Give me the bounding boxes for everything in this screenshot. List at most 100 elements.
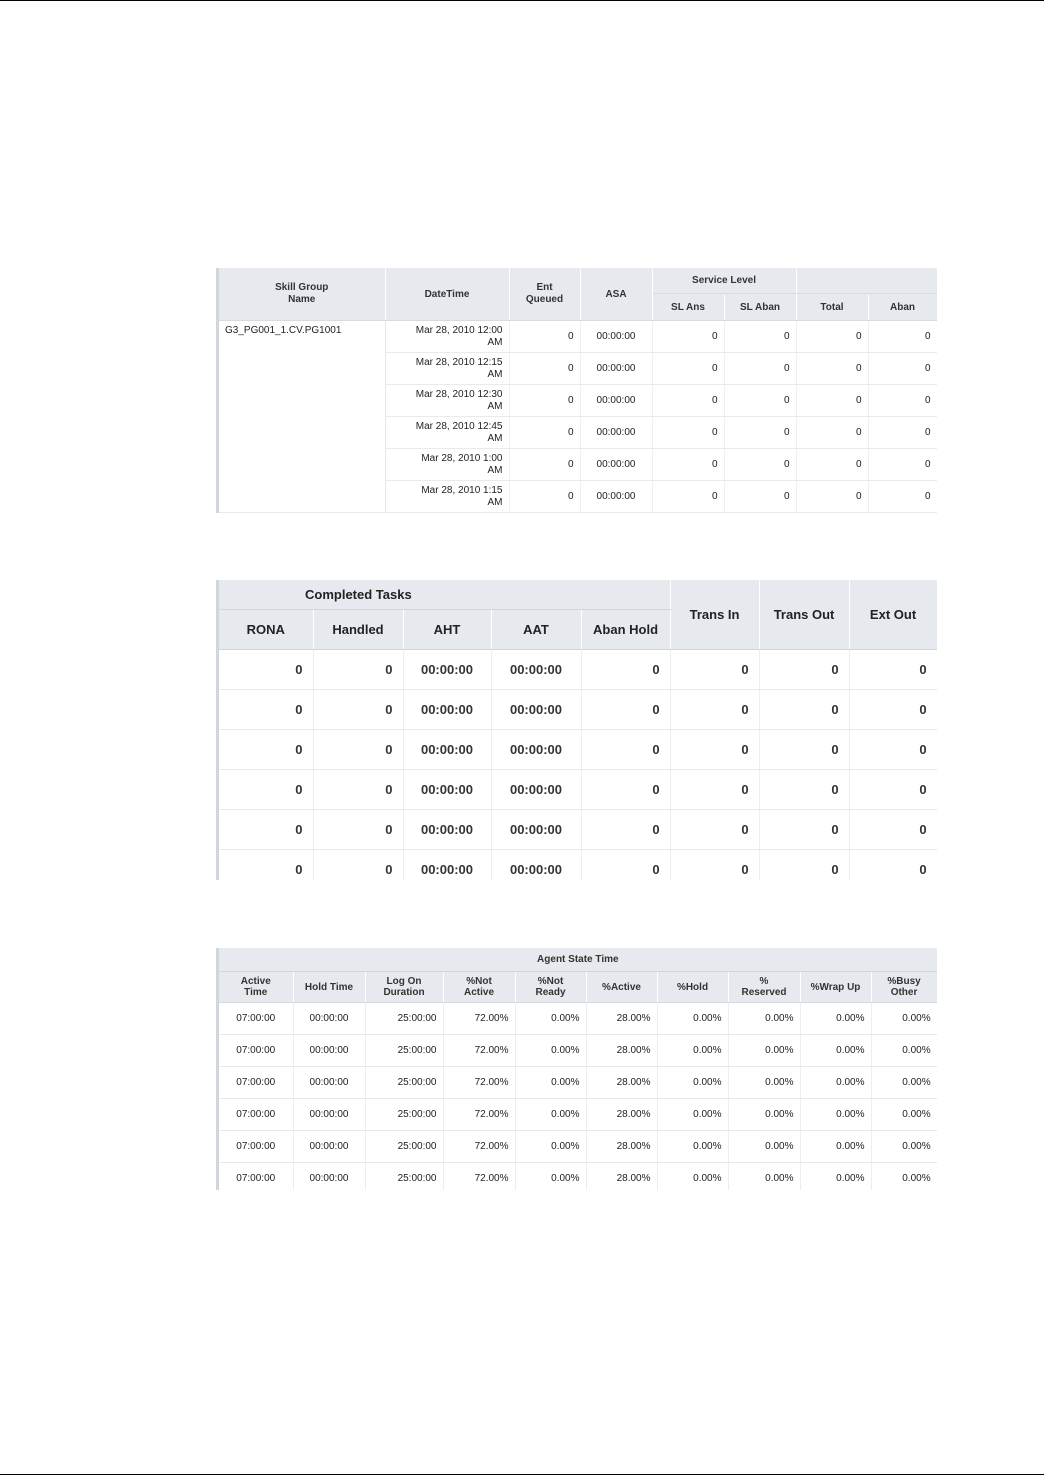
total-cell: 0 — [796, 352, 869, 385]
ent-queued-cell: 0 — [509, 416, 581, 449]
pct-not-active-cell: 72.00% — [443, 1130, 516, 1163]
active-time-cell: 07:00:00 — [219, 1066, 294, 1099]
col-header-pct-active: %Active — [586, 971, 658, 1003]
col-header-aban-hold: Aban Hold — [581, 609, 671, 650]
hold-time-cell: 00:00:00 — [293, 1098, 366, 1131]
sl-aban-cell: 0 — [724, 416, 797, 449]
completed-tasks-table: Completed Tasks Trans In Trans Out Ext O… — [219, 580, 937, 880]
aat-cell: 00:00:00 — [491, 649, 582, 690]
sl-ans-cell: 0 — [652, 384, 725, 417]
table-row: 07:00:00 00:00:00 25:00:00 72.00% 0.00% 28.00… — [219, 1098, 937, 1131]
aban-hold-cell: 0 — [581, 649, 671, 690]
ent-queued-cell: 0 — [509, 352, 581, 385]
aat-cell: 00:00:00 — [491, 729, 582, 770]
aban-hold-cell: 0 — [581, 689, 671, 730]
active-time-cell: 07:00:00 — [219, 1162, 294, 1190]
ext-out-cell: 0 — [849, 849, 937, 880]
asa-cell: 00:00:00 — [580, 384, 653, 417]
pct-not-active-cell: 72.00% — [443, 1098, 516, 1131]
asa-cell: 00:00:00 — [580, 480, 653, 513]
aht-cell: 00:00:00 — [403, 769, 492, 810]
handled-cell: 0 — [313, 849, 404, 880]
skill-group-table-body: G3_PG001_1.CV.PG1001 Mar 28, 2010 12:00 A… — [219, 320, 937, 513]
pct-not-ready-cell: 0.00% — [515, 1162, 587, 1190]
asa-cell: 00:00:00 — [580, 352, 653, 385]
col-header-total: Total — [796, 293, 869, 321]
trans-in-cell: 0 — [670, 689, 760, 730]
aban-cell: 0 — [868, 320, 937, 353]
col-header-pct-wrap-up: %Wrap Up — [800, 971, 872, 1003]
pct-busy-other-cell: 0.00% — [871, 1162, 937, 1190]
pct-not-active-cell: 72.00% — [443, 1066, 516, 1099]
agent-state-time-table-body: 07:00:00 00:00:00 25:00:00 72.00% 0.00% 28.00… — [219, 1002, 937, 1190]
aban-cell: 0 — [868, 448, 937, 481]
pct-hold-cell: 0.00% — [657, 1066, 729, 1099]
sl-aban-cell: 0 — [724, 448, 797, 481]
col-header-pct-not-ready: %Not Ready — [515, 971, 587, 1003]
datetime-cell: Mar 28, 2010 12:00 AM — [385, 320, 510, 353]
ent-queued-cell: 0 — [509, 320, 581, 353]
datetime-cell: Mar 28, 2010 1:15 AM — [385, 480, 510, 513]
table-row: 07:00:00 00:00:00 25:00:00 72.00% 0.00% 28.00… — [219, 1066, 937, 1099]
pct-not-active-cell: 72.00% — [443, 1162, 516, 1190]
pct-reserved-cell: 0.00% — [728, 1162, 801, 1190]
sl-aban-cell: 0 — [724, 480, 797, 513]
rona-cell: 0 — [219, 689, 314, 730]
trans-out-cell: 0 — [759, 849, 850, 880]
pct-not-ready-cell: 0.00% — [515, 1034, 587, 1067]
col-header-handled: Handled — [313, 609, 404, 650]
datetime-cell: Mar 28, 2010 12:30 AM — [385, 384, 510, 417]
pct-not-ready-cell: 0.00% — [515, 1066, 587, 1099]
ext-out-cell: 0 — [849, 649, 937, 690]
trans-out-cell: 0 — [759, 649, 850, 690]
pct-hold-cell: 0.00% — [657, 1130, 729, 1163]
ent-queued-cell: 0 — [509, 448, 581, 481]
aban-hold-cell: 0 — [581, 809, 671, 850]
aht-cell: 00:00:00 — [403, 729, 492, 770]
total-cell: 0 — [796, 384, 869, 417]
sl-ans-cell: 0 — [652, 448, 725, 481]
total-cell: 0 — [796, 448, 869, 481]
col-header-datetime: DateTime — [385, 268, 510, 321]
pct-not-active-cell: 72.00% — [443, 1002, 516, 1035]
log-on-duration-cell: 25:00:00 — [365, 1130, 444, 1163]
col-header-skill-group-name: Skill Group Name — [219, 268, 386, 321]
trans-in-cell: 0 — [670, 769, 760, 810]
rona-cell: 0 — [219, 809, 314, 850]
hold-time-cell: 00:00:00 — [293, 1130, 366, 1163]
pct-busy-other-cell: 0.00% — [871, 1130, 937, 1163]
active-time-cell: 07:00:00 — [219, 1130, 294, 1163]
rona-cell: 0 — [219, 729, 314, 770]
rona-cell: 0 — [219, 849, 314, 880]
pct-hold-cell: 0.00% — [657, 1002, 729, 1035]
pct-not-active-cell: 72.00% — [443, 1034, 516, 1067]
table-row: 0 0 00:00:00 00:00:00 0 0 0 0 — [219, 729, 937, 770]
rona-cell: 0 — [219, 769, 314, 810]
sl-aban-cell: 0 — [724, 384, 797, 417]
handled-cell: 0 — [313, 649, 404, 690]
ext-out-cell: 0 — [849, 809, 937, 850]
col-header-hold-time: Hold Time — [293, 971, 366, 1003]
col-header-asa: ASA — [580, 268, 653, 321]
pct-hold-cell: 0.00% — [657, 1162, 729, 1190]
top-rule — [0, 0, 1044, 1]
col-header-pct-hold: %Hold — [657, 971, 729, 1003]
trans-in-cell: 0 — [670, 649, 760, 690]
aht-cell: 00:00:00 — [403, 849, 492, 880]
asa-cell: 00:00:00 — [580, 416, 653, 449]
pct-reserved-cell: 0.00% — [728, 1002, 801, 1035]
pct-reserved-cell: 0.00% — [728, 1130, 801, 1163]
asa-cell: 00:00:00 — [580, 320, 653, 353]
trans-out-cell: 0 — [759, 689, 850, 730]
bottom-rule — [0, 1474, 1044, 1475]
trans-in-cell: 0 — [670, 809, 760, 850]
pct-active-cell: 28.00% — [586, 1162, 658, 1190]
completed-tasks-table-screenshot: Completed Tasks Trans In Trans Out Ext O… — [216, 580, 937, 880]
col-header-pct-reserved: % Reserved — [728, 971, 801, 1003]
hold-time-cell: 00:00:00 — [293, 1066, 366, 1099]
pct-wrap-up-cell: 0.00% — [800, 1130, 872, 1163]
table-row: G3_PG001_1.CV.PG1001 Mar 28, 2010 12:00 A… — [219, 320, 937, 513]
ent-queued-cell: 0 — [509, 480, 581, 513]
pct-wrap-up-cell: 0.00% — [800, 1034, 872, 1067]
table-row: 0 0 00:00:00 00:00:00 0 0 0 0 — [219, 649, 937, 690]
